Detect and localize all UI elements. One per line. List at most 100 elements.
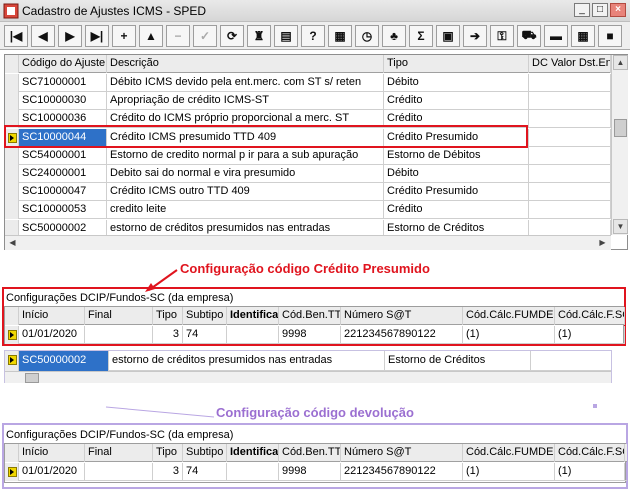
cell-description[interactable]: Crédito ICMS outro TTD 409	[107, 183, 384, 202]
cell-cod-calc-fumdes[interactable]: (1)	[463, 326, 555, 344]
mid-row[interactable]: SC50000002 estorno de créditos presumido…	[5, 351, 611, 371]
col-header-inicio[interactable]: Início	[19, 444, 85, 462]
cell-identificador[interactable]	[227, 463, 279, 481]
cell-cod-calc-fsoc[interactable]: (1)	[555, 326, 625, 344]
col-header-cod-calc-fsoc[interactable]: Cód.Cálc.F.SOC	[555, 307, 625, 325]
cell-tipo[interactable]: 3	[153, 326, 183, 344]
stop-icon[interactable]: ■	[598, 25, 622, 47]
col-header-cod-calc-fumdes[interactable]: Cód.Cálc.FUMDES	[463, 444, 555, 462]
cell-tipo[interactable]: Crédito	[384, 92, 529, 111]
last-record-icon[interactable]: ▶|	[85, 25, 109, 47]
cell-cod-calc-fsoc[interactable]: (1)	[555, 463, 625, 481]
next-record-icon[interactable]: ▶	[58, 25, 82, 47]
cell-tipo[interactable]: Débito	[384, 165, 529, 183]
mid-row-description[interactable]: estorno de créditos presumidos nas entra…	[109, 351, 385, 371]
cell-dc-valor[interactable]	[529, 110, 611, 129]
cell-tipo[interactable]: 3	[153, 463, 183, 481]
cell-dc-valor[interactable]	[529, 128, 611, 147]
mid-row-tipo[interactable]: Estorno de Créditos	[385, 351, 531, 371]
table-icon[interactable]: ▦	[571, 25, 595, 47]
cell-description[interactable]: Debito sai do normal e vira presumido	[107, 165, 384, 183]
col-header-numero-sat[interactable]: Número S@T	[341, 444, 463, 462]
close-button[interactable]: ×	[610, 3, 626, 17]
cell-cod-ben-ttd[interactable]: 9998	[279, 463, 341, 481]
col-header-final[interactable]: Final	[85, 307, 153, 325]
export-icon[interactable]: ➔	[463, 25, 487, 47]
config1-row[interactable]: 01/01/2020 3 74 9998 221234567890122 (1) (1)	[5, 326, 625, 344]
cell-subtipo[interactable]: 74	[183, 463, 227, 481]
col-header-numero-sat[interactable]: Número S@T	[341, 307, 463, 325]
cell-description[interactable]: Débito ICMS devido pela ent.merc. com ST…	[107, 74, 384, 92]
mid-horizontal-scrollbar[interactable]	[5, 371, 611, 383]
cell-numero-sat[interactable]: 221234567890122	[341, 326, 463, 344]
mid-row-code[interactable]: SC50000002	[19, 351, 109, 371]
cell-numero-sat[interactable]: 221234567890122	[341, 463, 463, 481]
scroll-up-icon[interactable]: ▲	[613, 55, 628, 70]
cell-tipo[interactable]: Crédito	[384, 201, 529, 220]
minimize-button[interactable]: _	[574, 3, 590, 17]
col-header-dc-valor[interactable]: DC Valor Dst.Ent.	[529, 55, 611, 73]
copy-icon[interactable]: ▣	[436, 25, 460, 47]
confirm-icon[interactable]: ✓	[193, 25, 217, 47]
cell-code[interactable]: SC10000047	[19, 183, 107, 202]
col-header-description[interactable]: Descrição	[107, 55, 384, 73]
cell-code[interactable]: SC10000030	[19, 92, 107, 111]
folder-icon[interactable]: ▤	[274, 25, 298, 47]
cell-code[interactable]: SC71000001	[19, 74, 107, 92]
key-icon[interactable]: ⚿	[490, 25, 514, 47]
cell-cod-ben-ttd[interactable]: 9998	[279, 326, 341, 344]
cell-code[interactable]: SC54000001	[19, 146, 107, 165]
col-header-identificador[interactable]: Identificador	[227, 444, 279, 462]
col-header-tipo[interactable]: Tipo	[153, 444, 183, 462]
sum-icon[interactable]: Σ	[409, 25, 433, 47]
cell-code[interactable]: SC10000053	[19, 201, 107, 220]
config2-row[interactable]: 01/01/2020 3 74 9998 221234567890122 (1) (1)	[5, 463, 627, 481]
car-icon[interactable]: ▬	[544, 25, 568, 47]
cell-tipo[interactable]: Crédito Presumido	[384, 183, 529, 202]
cell-subtipo[interactable]: 74	[183, 326, 227, 344]
col-header-cod-calc-fumdes[interactable]: Cód.Cálc.FUMDES	[463, 307, 555, 325]
cell-final[interactable]	[85, 463, 153, 481]
cell-inicio[interactable]: 01/01/2020	[19, 463, 85, 481]
mid-scroll-thumb[interactable]	[25, 373, 39, 383]
table-row[interactable]: SC10000030 Apropriação de crédito ICMS-ST…	[5, 92, 611, 111]
first-record-icon[interactable]: |◀	[4, 25, 28, 47]
cell-cod-calc-fumdes[interactable]: (1)	[463, 463, 555, 481]
vertical-scrollbar[interactable]: ▲ ▼	[611, 55, 628, 235]
edit-up-icon[interactable]: ▲	[139, 25, 163, 47]
clock-icon[interactable]: ◷	[355, 25, 379, 47]
col-header-tipo[interactable]: Tipo	[153, 307, 183, 325]
col-header-identificador[interactable]: Identificador	[227, 307, 279, 325]
col-header-subtipo[interactable]: Subtipo	[183, 444, 227, 462]
refresh-icon[interactable]: ⟳	[220, 25, 244, 47]
horizontal-scrollbar[interactable]: ◀ ▶	[5, 235, 611, 250]
truck-icon[interactable]: ⛟	[517, 25, 541, 47]
col-header-inicio[interactable]: Início	[19, 307, 85, 325]
cell-final[interactable]	[85, 326, 153, 344]
help-search-icon[interactable]: ?	[301, 25, 325, 47]
col-header-cod-ben-ttd[interactable]: Cód.Ben.TTD	[279, 307, 341, 325]
stamp-icon[interactable]: ♜	[247, 25, 271, 47]
cell-description[interactable]: credito leite	[107, 201, 384, 220]
maximize-button[interactable]: □	[592, 3, 608, 17]
cell-dc-valor[interactable]	[529, 92, 611, 111]
scroll-right-icon[interactable]: ▶	[595, 236, 610, 251]
scroll-thumb[interactable]	[614, 119, 627, 137]
col-header-tipo[interactable]: Tipo	[384, 55, 529, 73]
cell-inicio[interactable]: 01/01/2020	[19, 326, 85, 344]
cell-dc-valor[interactable]	[529, 165, 611, 183]
scroll-left-icon[interactable]: ◀	[5, 236, 20, 251]
cell-dc-valor[interactable]	[529, 201, 611, 220]
table-row[interactable]: SC24000001 Debito sai do normal e vira pr…	[5, 165, 611, 183]
cell-tipo[interactable]: Estorno de Débitos	[384, 146, 529, 165]
table-row[interactable]: SC10000047 Crédito ICMS outro TTD 409 Créd…	[5, 183, 611, 202]
add-record-icon[interactable]: +	[112, 25, 136, 47]
prev-record-icon[interactable]: ◀	[31, 25, 55, 47]
col-header-cod-ben-ttd[interactable]: Cód.Ben.TTD	[279, 444, 341, 462]
cell-identificador[interactable]	[227, 326, 279, 344]
table-row[interactable]: SC10000053 credito leite Crédito	[5, 201, 611, 220]
table-row[interactable]: SC54000001 Estorno de credito normal p ir…	[5, 146, 611, 165]
cell-description[interactable]: Estorno de credito normal p ir para a su…	[107, 146, 384, 165]
col-header-cod-calc-fsoc[interactable]: Cód.Cálc.F.SOC	[555, 444, 625, 462]
cell-dc-valor[interactable]	[529, 74, 611, 92]
